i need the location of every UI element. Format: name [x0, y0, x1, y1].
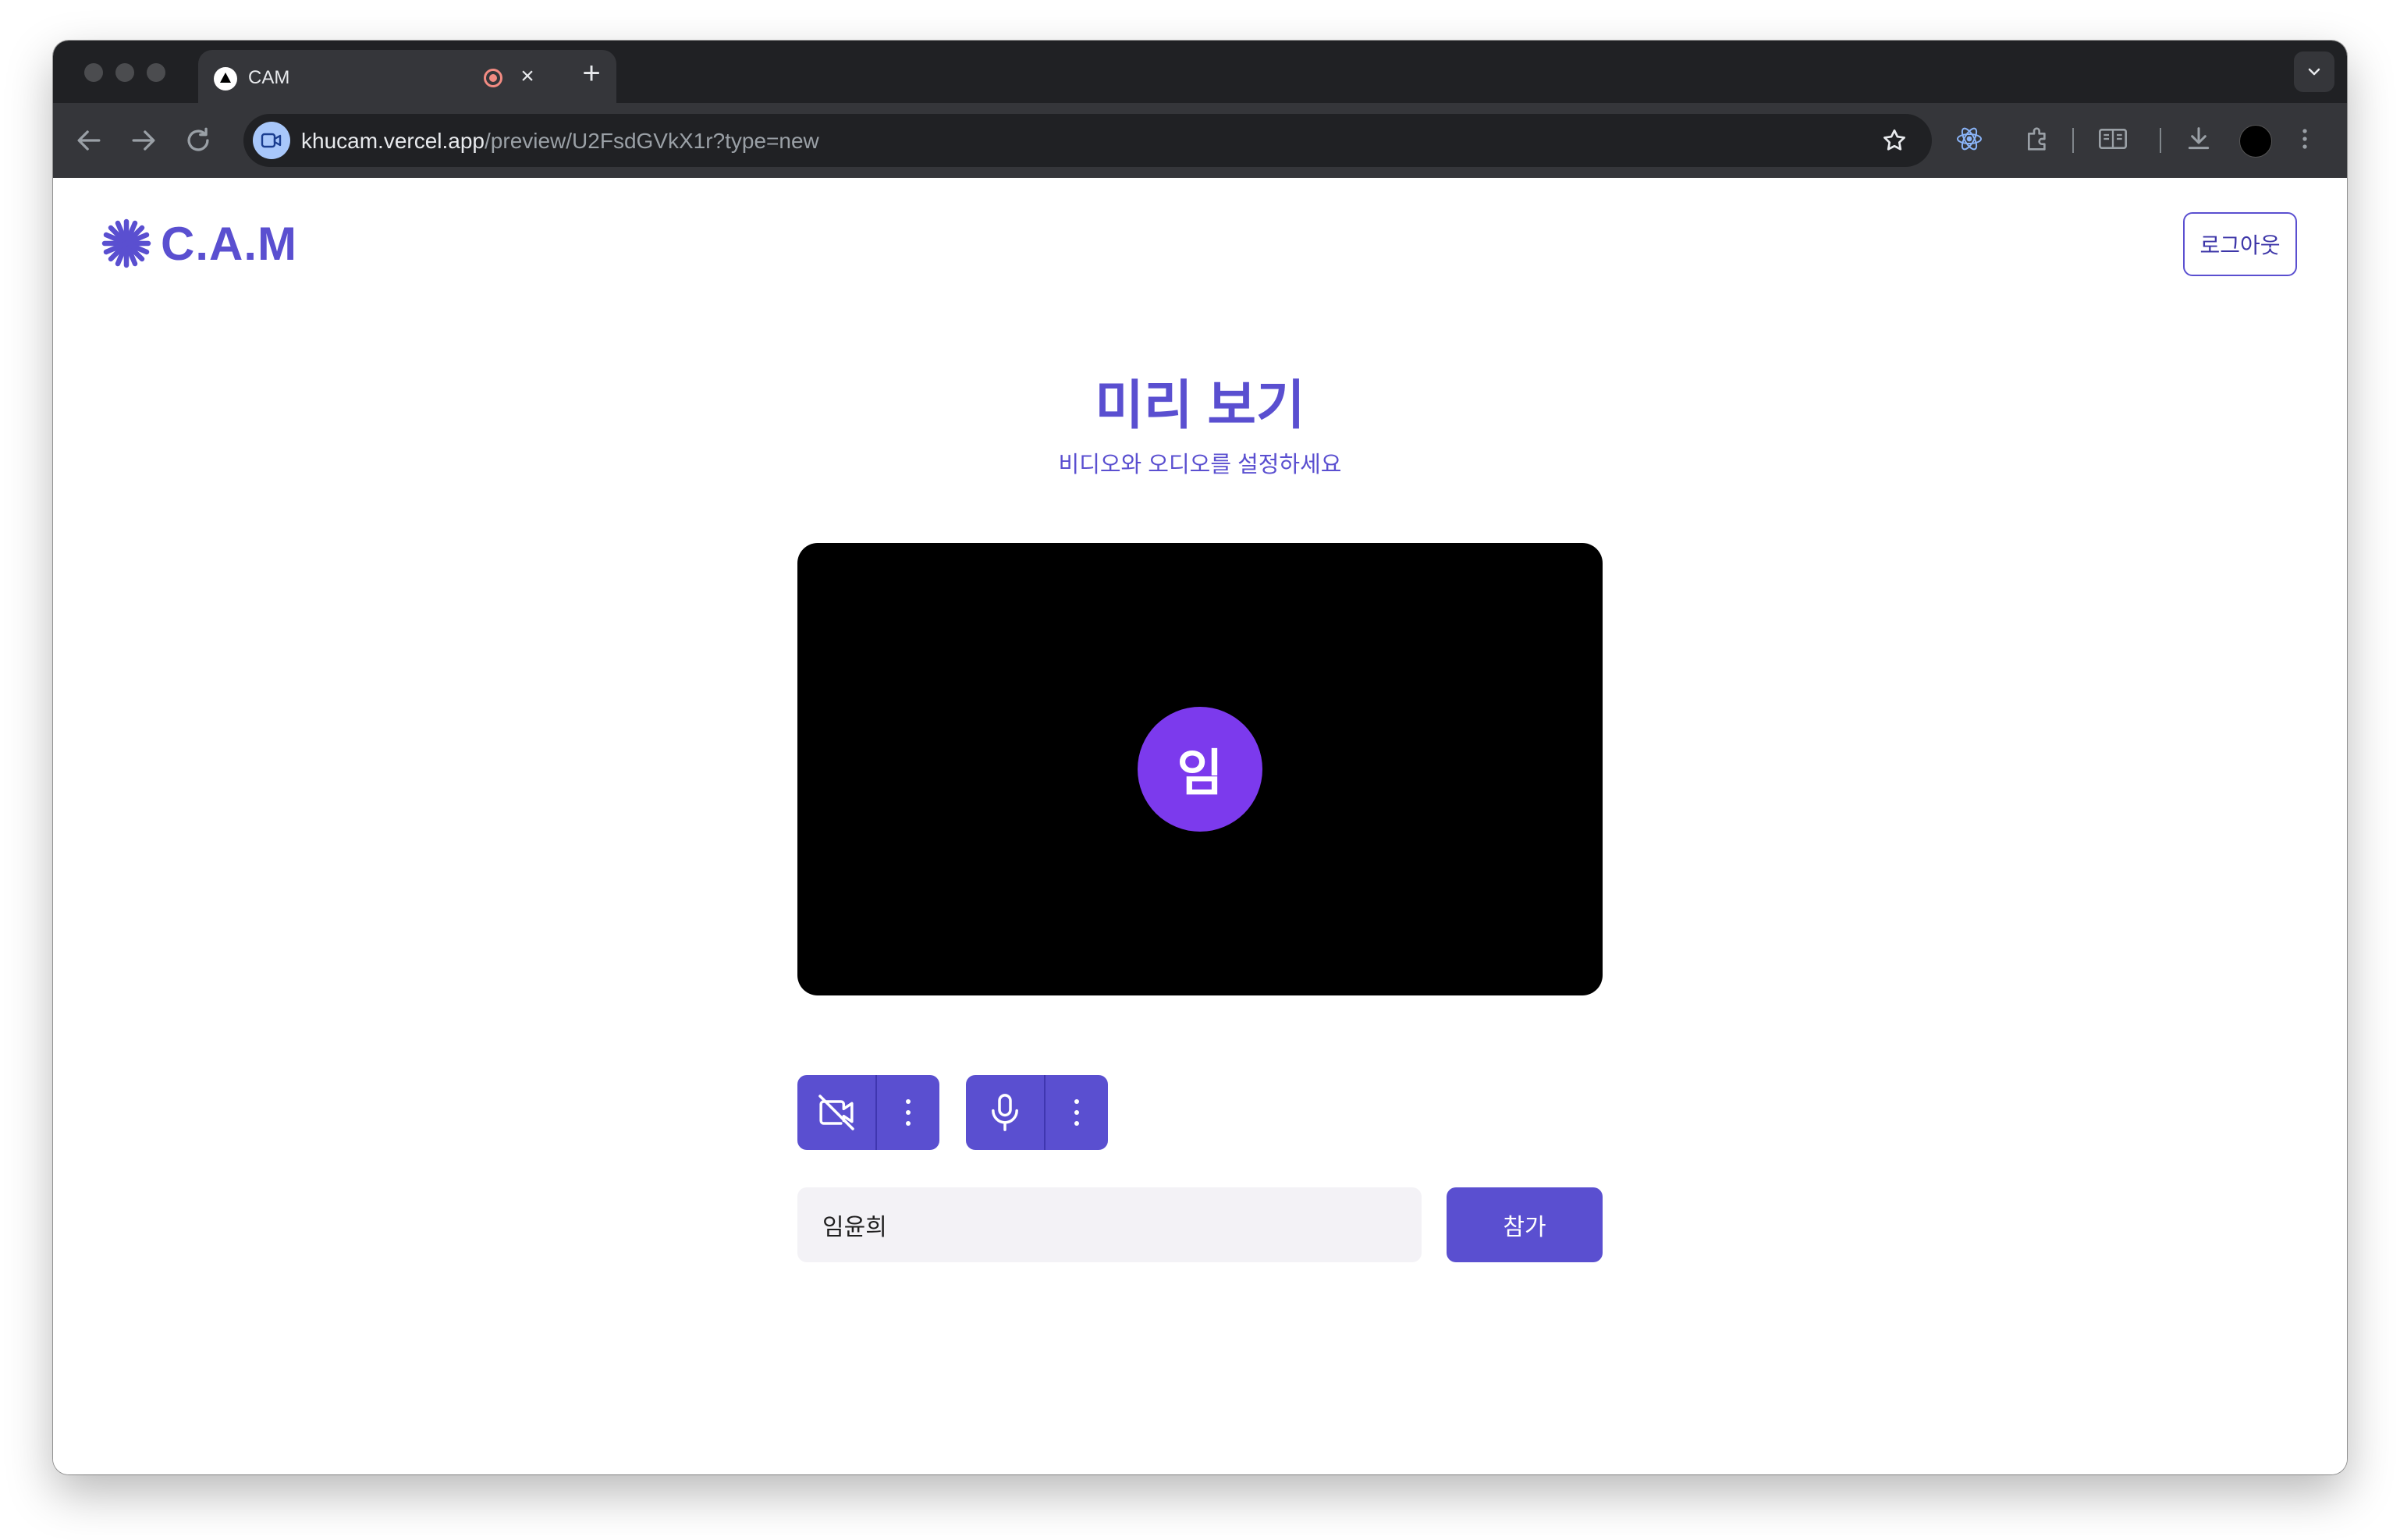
tab-search-button[interactable]	[2294, 51, 2334, 92]
user-avatar: 임	[1138, 707, 1262, 832]
close-window-icon[interactable]	[84, 63, 103, 82]
page-content: C.A.M 로그아웃 미리 보기 비디오와 오디오를 설정하세요 임 임윤희 참…	[53, 178, 2347, 1474]
camera-options-button[interactable]	[877, 1075, 939, 1150]
microphone-icon	[992, 1094, 1018, 1131]
close-tab-icon[interactable]: ×	[512, 61, 543, 92]
asterisk-logo-icon	[101, 218, 151, 268]
maximize-window-icon[interactable]	[147, 63, 165, 82]
logout-button[interactable]: 로그아웃	[2183, 212, 2297, 276]
logo[interactable]: C.A.M	[101, 217, 297, 270]
site-info-icon[interactable]	[253, 122, 290, 159]
logo-text: C.A.M	[161, 217, 297, 270]
display-name-input[interactable]	[797, 1187, 1422, 1262]
minimize-window-icon[interactable]	[115, 63, 134, 82]
address-bar[interactable]: khucam.vercel.app/preview/U2FsdGVkX1r?ty…	[243, 114, 1932, 167]
url-text: khucam.vercel.app/preview/U2FsdGVkX1r?ty…	[301, 129, 819, 153]
toolbar-divider	[2160, 128, 2161, 153]
video-off-icon	[818, 1095, 854, 1130]
forward-arrow-icon[interactable]	[126, 123, 161, 158]
bookmark-star-icon[interactable]	[1880, 126, 1908, 154]
camera-control-group	[797, 1075, 939, 1150]
more-vertical-icon	[1074, 1099, 1079, 1126]
new-tab-button[interactable]: +	[573, 56, 610, 94]
browser-toolbar: khucam.vercel.app/preview/U2FsdGVkX1r?ty…	[53, 103, 2347, 178]
chevron-down-icon	[2308, 68, 2320, 76]
browser-tab[interactable]: CAM ×	[198, 50, 616, 103]
more-vertical-icon	[906, 1099, 911, 1126]
camera-toggle-button[interactable]	[797, 1075, 875, 1150]
browser-window: CAM × + khucam.vercel.app/preview/U2FsdG…	[53, 41, 2347, 1474]
extensions-puzzle-icon[interactable]	[2022, 123, 2054, 154]
profile-avatar[interactable]	[2239, 125, 2272, 158]
toolbar-divider	[2072, 128, 2074, 153]
page-title: 미리 보기	[1095, 376, 1305, 435]
back-arrow-icon[interactable]	[72, 123, 106, 158]
download-icon[interactable]	[2183, 123, 2214, 154]
microphone-options-button[interactable]	[1046, 1075, 1108, 1150]
page-subtitle: 비디오와 오디오를 설정하세요	[1058, 452, 1342, 477]
microphone-toggle-button[interactable]	[966, 1075, 1044, 1150]
camera-icon	[261, 133, 282, 148]
reading-mode-icon[interactable]	[2096, 123, 2130, 154]
vercel-favicon-icon	[214, 67, 237, 90]
tab-strip: CAM × +	[53, 41, 2347, 103]
tab-title: CAM	[248, 67, 290, 88]
video-preview: 임	[797, 543, 1603, 995]
recording-indicator-icon	[484, 69, 502, 87]
join-button[interactable]: 참가	[1447, 1187, 1603, 1262]
microphone-control-group	[966, 1075, 1108, 1150]
react-devtools-icon[interactable]	[1954, 123, 1985, 154]
reload-icon[interactable]	[181, 123, 215, 158]
kebab-menu-icon[interactable]	[2289, 123, 2320, 154]
